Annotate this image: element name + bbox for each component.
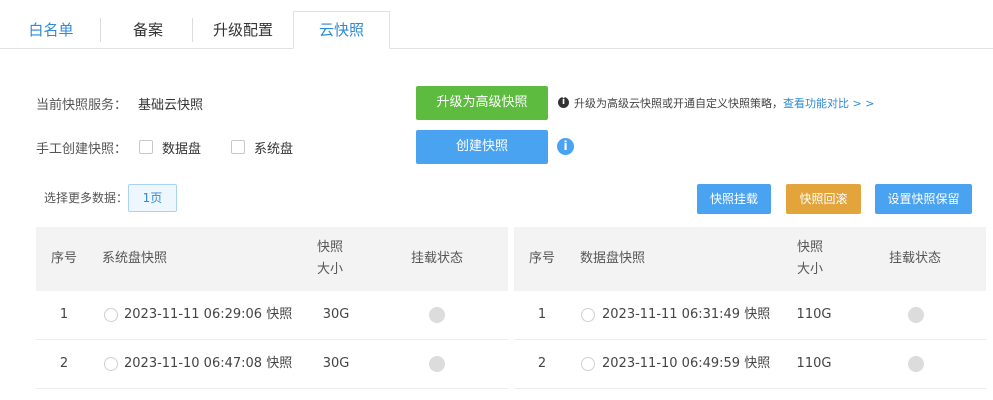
- table-row[interactable]: 2 2023-11-10 06:49:59 快照 110G: [514, 340, 986, 389]
- header-system-snapshot: 系统盘快照: [102, 251, 168, 266]
- system-snapshot-table: 序号 系统盘快照 快照大小 挂载状态 1 2023-11-11 06:29:06…: [36, 227, 508, 389]
- row-no: 2: [59, 356, 69, 371]
- system-disk-checkbox[interactable]: [231, 140, 245, 154]
- header-mount-status: 挂载状态: [888, 251, 941, 266]
- mount-status-indicator: [908, 356, 924, 372]
- table-header: 序号 系统盘快照 快照大小 挂载状态: [36, 227, 508, 291]
- snapshot-size: 110G: [796, 307, 832, 322]
- upgrade-snapshot-button[interactable]: 升级为高级快照: [416, 86, 548, 120]
- header-snapshot-size: 快照大小: [796, 240, 823, 277]
- mount-status-indicator: [908, 307, 924, 323]
- snapshot-name: 2023-11-10 06:49:59 快照: [602, 356, 771, 371]
- tab-filing[interactable]: 备案: [102, 12, 194, 48]
- row-radio[interactable]: [581, 357, 595, 371]
- mount-snapshot-button[interactable]: 快照挂载: [697, 184, 771, 214]
- snapshot-name: 2023-11-11 06:29:06 快照: [124, 307, 293, 322]
- manual-create-label: 手工创建快照：: [36, 142, 128, 157]
- snapshot-name: 2023-11-10 06:47:08 快照: [124, 356, 293, 371]
- mount-status-indicator: [429, 356, 445, 372]
- mount-status-indicator: [429, 307, 445, 323]
- tab-divider: [100, 18, 101, 42]
- row-no: 2: [537, 356, 547, 371]
- keep-snapshot-button[interactable]: 设置快照保留: [875, 184, 972, 214]
- create-snapshot-button[interactable]: 创建快照: [416, 130, 548, 164]
- tab-bar: 白名单 备案 升级配置 云快照: [0, 11, 993, 49]
- page-selector-button[interactable]: 1页: [128, 184, 177, 212]
- snapshot-size: 110G: [796, 356, 832, 371]
- upgrade-hint-text: 升级为高级云快照或开通自定义快照策略，: [574, 97, 783, 110]
- rollback-snapshot-button[interactable]: 快照回滚: [786, 184, 861, 214]
- snapshot-name: 2023-11-11 06:31:49 快照: [602, 307, 771, 322]
- row-radio[interactable]: [104, 357, 118, 371]
- table-row[interactable]: 1 2023-11-11 06:31:49 快照 110G: [514, 291, 986, 340]
- header-no: 序号: [50, 251, 77, 266]
- data-disk-label: 数据盘: [162, 142, 202, 157]
- row-radio[interactable]: [581, 308, 595, 322]
- table-row[interactable]: 1 2023-11-11 06:29:06 快照 30G: [36, 291, 508, 340]
- table-header: 序号 数据盘快照 快照大小 挂载状态: [514, 227, 986, 291]
- row-radio[interactable]: [104, 308, 118, 322]
- more-data-label: 选择更多数据：: [44, 191, 129, 205]
- snapshot-size: 30G: [322, 356, 350, 371]
- current-service-label: 当前快照服务：: [36, 98, 128, 113]
- snapshot-size: 30G: [322, 307, 350, 322]
- tab-cloud-snapshot[interactable]: 云快照: [293, 11, 390, 49]
- header-snapshot-size: 快照大小: [316, 240, 343, 277]
- system-disk-label: 系统盘: [254, 142, 294, 157]
- upgrade-hint: 升级为高级云快照或开通自定义快照策略，查看功能对比 > >: [574, 95, 874, 111]
- current-service-value: 基础云快照: [138, 98, 204, 113]
- row-no: 1: [537, 307, 547, 322]
- compare-features-link[interactable]: 查看功能对比 > >: [783, 97, 874, 110]
- header-no: 序号: [528, 251, 555, 266]
- data-disk-checkbox[interactable]: [139, 140, 153, 154]
- tab-divider: [192, 18, 193, 42]
- row-no: 1: [59, 307, 69, 322]
- data-snapshot-table: 序号 数据盘快照 快照大小 挂载状态 1 2023-11-11 06:31:49…: [514, 227, 986, 389]
- tab-upgrade-config[interactable]: 升级配置: [194, 12, 292, 48]
- info-icon: i: [558, 97, 569, 108]
- help-info-icon[interactable]: i: [557, 138, 574, 155]
- table-row[interactable]: 2 2023-11-10 06:47:08 快照 30G: [36, 340, 508, 389]
- header-mount-status: 挂载状态: [410, 251, 463, 266]
- tab-whitelist[interactable]: 白名单: [0, 12, 102, 48]
- header-data-snapshot: 数据盘快照: [580, 251, 646, 266]
